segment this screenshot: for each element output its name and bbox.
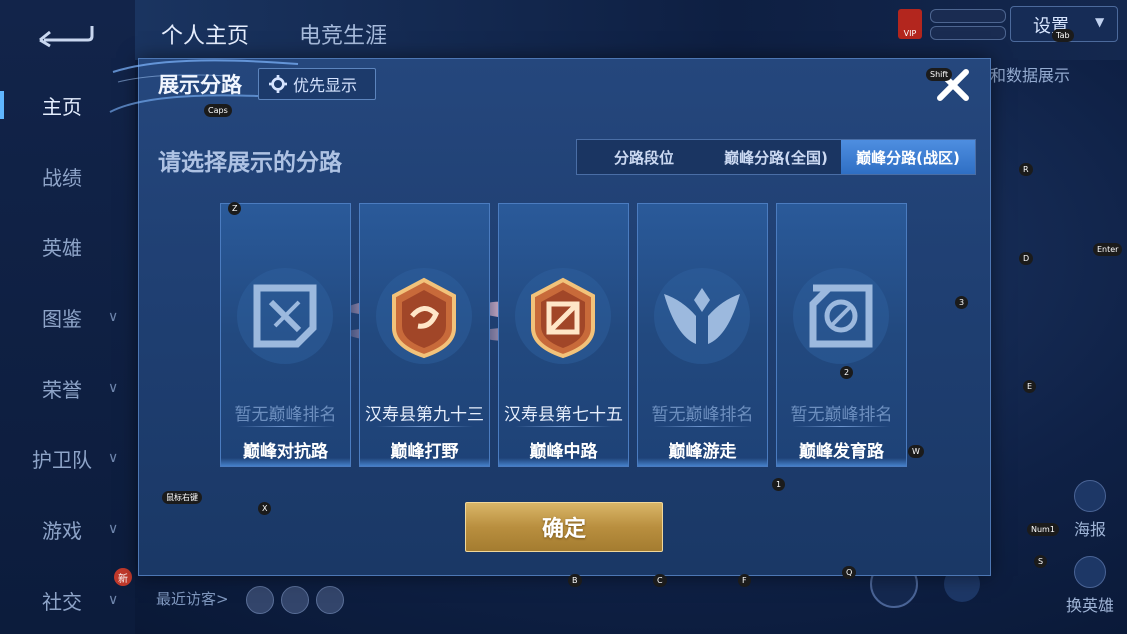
sidebar-item-honor[interactable]: 荣誉 ∨: [0, 368, 135, 408]
sidebar-item-label: 游戏: [42, 518, 82, 543]
card-glow: [638, 458, 767, 466]
chevron-down-icon: ∨: [108, 309, 119, 325]
card-divider: [793, 426, 890, 427]
card-glow: [221, 458, 350, 466]
peak-rank-text: 暂无巅峰排名: [790, 405, 893, 425]
sidebar-item-guard[interactable]: 护卫队 ∨: [0, 438, 135, 478]
card-glow: [499, 458, 628, 466]
key-hint: Enter: [1093, 243, 1123, 256]
key-hint: 3: [955, 296, 969, 309]
tab-peak-lane-region[interactable]: 巅峰分路(战区): [841, 140, 975, 174]
key-hint: B: [568, 574, 582, 587]
poster-button[interactable]: 海报: [1060, 480, 1120, 540]
key-hint: 鼠标右键: [162, 491, 202, 504]
peak-rank-text: 暂无巅峰排名: [234, 405, 337, 425]
card-glow: [777, 458, 906, 466]
sidebar-item-label: 英雄: [42, 235, 82, 260]
sidebar-item-label: 图鉴: [42, 306, 82, 331]
peak-rank-text: 汉寿县第七十五: [504, 405, 623, 425]
lane-card-mid[interactable]: 汉寿县第七十五 巅峰中路: [498, 203, 629, 467]
tab-lane-rank[interactable]: 分路段位: [577, 140, 711, 174]
key-hint: Tab: [1052, 29, 1074, 42]
lane-bottom-icon: [793, 268, 889, 364]
tab-profile[interactable]: 个人主页: [161, 18, 249, 50]
avatar[interactable]: [246, 586, 274, 614]
key-hint: 1: [772, 478, 786, 491]
lane-mid-badge-icon: [515, 268, 611, 364]
swap-hero-icon: [1074, 556, 1106, 588]
swap-hero-label: 换英雄: [1065, 596, 1114, 615]
key-hint: Shift: [926, 68, 953, 81]
vip-panel[interactable]: VIP: [898, 5, 1008, 41]
key-hint: 2: [840, 366, 854, 379]
lane-jungle-badge-icon: [376, 268, 472, 364]
chevron-down-icon: ∨: [108, 592, 119, 608]
chevron-down-icon: ∨: [108, 521, 119, 537]
gear-icon: [269, 75, 287, 93]
card-divider: [515, 426, 612, 427]
sidebar-item-heroes[interactable]: 英雄: [0, 226, 135, 266]
vip-icon: VIP: [898, 9, 922, 39]
sidebar-item-social[interactable]: 社交 ∨: [0, 580, 135, 620]
sidebar-item-label: 主页: [42, 94, 82, 119]
sidebar-item-label: 战绩: [42, 165, 82, 190]
key-hint: C: [653, 574, 667, 587]
lane-support-icon: [654, 268, 750, 364]
tab-esports[interactable]: 电竞生涯: [299, 18, 387, 50]
card-glow: [360, 458, 489, 466]
sidebar-item-label: 荣誉: [42, 377, 82, 402]
lane-card-bottom[interactable]: 暂无巅峰排名 巅峰发育路: [776, 203, 907, 467]
sidebar-item-codex[interactable]: 图鉴 ∨: [0, 297, 135, 337]
sidebar-item-label: 护卫队: [32, 447, 92, 472]
swap-hero-button[interactable]: 换英雄: [1060, 556, 1120, 616]
poster-icon: [1074, 480, 1106, 512]
lane-card-support[interactable]: 暂无巅峰排名 巅峰游走: [637, 203, 768, 467]
vip-info-line: [930, 26, 1006, 40]
key-hint: W: [908, 445, 924, 458]
sidebar-item-label: 社交: [42, 589, 82, 614]
back-icon[interactable]: [36, 18, 96, 48]
chevron-down-icon: ∨: [108, 380, 119, 396]
key-hint: R: [1019, 163, 1033, 176]
data-display-label: 和数据展示: [990, 66, 1071, 85]
card-divider: [237, 426, 334, 427]
avatar[interactable]: [316, 586, 344, 614]
key-hint: D: [1019, 252, 1034, 265]
lane-card-top[interactable]: 暂无巅峰排名 巅峰对抗路: [220, 203, 351, 467]
confirm-button[interactable]: 确定: [465, 502, 663, 552]
peak-rank-text: 汉寿县第九十三: [365, 405, 484, 425]
vip-label: VIP: [903, 29, 917, 38]
peak-rank-text: 暂无巅峰排名: [651, 405, 754, 425]
poster-label: 海报: [1073, 520, 1106, 539]
avatar[interactable]: [281, 586, 309, 614]
lane-type-segmented-control: 分路段位 巅峰分路(全国) 巅峰分路(战区): [576, 139, 976, 175]
tab-peak-lane-national[interactable]: 巅峰分路(全国): [711, 140, 841, 174]
lane-card-jungle[interactable]: 汉寿县第九十三 巅峰打野: [359, 203, 490, 467]
key-hint: Caps: [204, 104, 232, 117]
dialog-subtitle: 请选择展示的分路: [158, 150, 342, 176]
vip-info-line: [930, 9, 1006, 23]
dialog-title: 展示分路: [158, 73, 242, 97]
lane-top-icon: [237, 268, 333, 364]
new-badge: 新: [114, 568, 132, 586]
sidebar-item-game[interactable]: 游戏 ∨: [0, 509, 135, 549]
sidebar-item-records[interactable]: 战绩: [0, 156, 135, 196]
priority-display-button[interactable]: 优先显示: [258, 68, 376, 100]
priority-display-label: 优先显示: [293, 76, 358, 95]
key-hint: Num1: [1027, 523, 1059, 536]
chevron-down-icon: ∨: [108, 450, 119, 466]
recent-visitors-link[interactable]: 最近访客>: [156, 588, 229, 609]
key-hint: Q: [842, 566, 857, 579]
key-hint: S: [1034, 555, 1048, 568]
card-divider: [376, 426, 473, 427]
key-hint: E: [1023, 380, 1037, 393]
chevron-down-icon: ▼: [1095, 15, 1105, 29]
key-hint: F: [738, 574, 751, 587]
card-divider: [654, 426, 751, 427]
